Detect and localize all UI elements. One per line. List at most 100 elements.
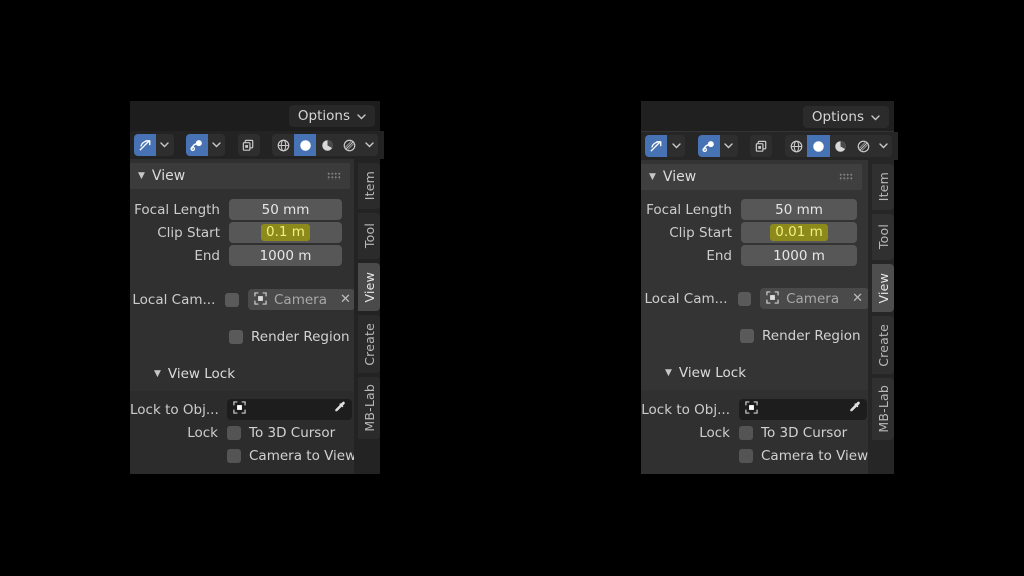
proportional-editing-icon[interactable] xyxy=(237,134,260,156)
clip-start-label-right: Clip Start xyxy=(669,224,732,241)
view-section-header[interactable]: ▼ View xyxy=(130,163,350,189)
render-region-label: Render Region xyxy=(251,329,350,345)
material-preview-sphere-icon[interactable] xyxy=(316,134,339,156)
x-close-icon[interactable]: ✕ xyxy=(334,292,351,307)
local-camera-row-right: Local Cam... Camera ✕ xyxy=(641,288,869,309)
wireframe-sphere-icon[interactable] xyxy=(272,134,295,156)
rendered-sphere-icon-right[interactable] xyxy=(851,135,875,157)
lock-camera-to-view-row: Camera to View xyxy=(227,448,356,464)
sidebar-item-mblab-right[interactable]: MB-Lab xyxy=(872,378,894,440)
lock-label: Lock xyxy=(187,425,218,441)
proportional-editing-group xyxy=(237,134,260,156)
transform-orientation-icon[interactable] xyxy=(134,134,157,156)
sidebar-item-item[interactable]: Item xyxy=(358,163,380,209)
local-camera-checkbox-right[interactable] xyxy=(737,291,752,306)
rendered-sphere-icon[interactable] xyxy=(338,134,361,156)
sidebar-panel-left: Options ▼ View Focal Length 50 mm Clip S… xyxy=(130,101,384,474)
tab-label-create-right: Create xyxy=(875,323,891,367)
clip-start-field[interactable]: 0.1 m xyxy=(229,222,342,243)
drag-grip-dots-icon-right[interactable] xyxy=(839,173,853,181)
sidebar-item-create[interactable]: Create xyxy=(358,315,380,373)
tab-label-view-right: View xyxy=(875,272,891,304)
view-lock-subheader-right[interactable]: ▼ View Lock xyxy=(665,365,746,381)
eyedropper-icon-right[interactable] xyxy=(848,401,861,418)
render-region-checkbox[interactable] xyxy=(229,330,243,344)
tab-label-mblab-right: MB-Lab xyxy=(875,385,891,433)
focal-length-field-right[interactable]: 50 mm xyxy=(741,199,857,220)
shading-options-dropdown-right[interactable] xyxy=(874,135,892,157)
sidebar-item-tool-right[interactable]: Tool xyxy=(872,214,894,260)
snapping-dropdown-right[interactable] xyxy=(719,135,738,157)
focal-length-label: Focal Length xyxy=(134,201,220,218)
lock-camera-to-view-checkbox-right[interactable] xyxy=(739,449,753,463)
local-camera-checkbox[interactable] xyxy=(225,292,239,307)
triangle-down-icon: ▼ xyxy=(138,170,145,181)
lock-to-3d-cursor-label-right: To 3D Cursor xyxy=(761,425,848,441)
transform-orientation-dropdown-right[interactable] xyxy=(667,135,686,157)
lock-camera-to-view-checkbox[interactable] xyxy=(227,449,241,463)
clip-start-value-selected: 0.1 m xyxy=(261,224,310,241)
focal-length-field[interactable]: 50 mm xyxy=(229,199,342,220)
options-button-right[interactable]: Options xyxy=(802,106,889,128)
tab-label-mblab: MB-Lab xyxy=(361,384,377,432)
camera-object-icon xyxy=(254,290,267,309)
clip-start-field-right[interactable]: 0.01 m xyxy=(741,222,857,243)
clip-start-value-selected-right: 0.01 m xyxy=(770,224,828,241)
transform-orientation-dropdown[interactable] xyxy=(156,134,174,156)
lock-to-object-label-right: Lock to Obj... xyxy=(641,401,730,418)
lock-to-3d-cursor-checkbox-right[interactable] xyxy=(739,426,753,440)
sidebar-item-tool[interactable]: Tool xyxy=(358,213,380,259)
drag-grip-dots-icon[interactable] xyxy=(327,172,341,180)
local-camera-row: Local Cam... Camera ✕ xyxy=(130,289,355,310)
sidebar-item-mblab[interactable]: MB-Lab xyxy=(358,377,380,439)
triangle-down-icon-2: ▼ xyxy=(154,368,161,379)
wireframe-sphere-icon-right[interactable] xyxy=(784,135,808,157)
clip-end-field[interactable]: 1000 m xyxy=(229,245,342,266)
solid-sphere-icon[interactable] xyxy=(294,134,317,156)
snap-magnet-icon-right[interactable] xyxy=(697,135,720,157)
lock-to-object-field-right[interactable] xyxy=(739,399,867,420)
local-camera-object-field-right[interactable]: Camera ✕ xyxy=(760,288,869,309)
solid-sphere-icon-right[interactable] xyxy=(807,135,830,157)
lock-to-object-row-right: Lock to Obj... xyxy=(641,399,873,420)
sidebar-item-view[interactable]: View xyxy=(358,263,380,311)
triangle-down-icon-right: ▼ xyxy=(649,171,656,182)
local-camera-object-name-right: Camera xyxy=(786,290,840,307)
sidebar-item-item-right[interactable]: Item xyxy=(872,164,894,210)
lock-camera-to-view-label: Camera to View xyxy=(249,448,357,464)
eyedropper-icon[interactable] xyxy=(333,401,346,418)
clip-end-field-right[interactable]: 1000 m xyxy=(741,245,857,266)
shading-options-dropdown[interactable] xyxy=(360,134,378,156)
chevron-down-icon xyxy=(357,108,366,124)
render-region-checkbox-right[interactable] xyxy=(740,329,754,343)
tab-label-tool: Tool xyxy=(361,223,377,249)
snap-magnet-icon[interactable] xyxy=(185,134,208,156)
view-section-title-right: View xyxy=(662,169,697,185)
local-camera-object-name: Camera xyxy=(274,291,327,308)
tab-label-create: Create xyxy=(361,322,377,366)
snapping-group-right xyxy=(697,135,738,157)
local-camera-object-field[interactable]: Camera ✕ xyxy=(248,289,355,310)
lock-to-object-field[interactable] xyxy=(227,399,352,420)
sidebar-item-view-right[interactable]: View xyxy=(872,264,894,312)
view-section-header-right[interactable]: ▼ View xyxy=(641,164,862,190)
view-section-title: View xyxy=(151,168,186,184)
focal-length-label-right: Focal Length xyxy=(646,201,732,218)
sidebar-body-left: ▼ View Focal Length 50 mm Clip Start 0.1… xyxy=(130,159,380,474)
clip-end-label-right: End xyxy=(706,247,732,264)
view-lock-subheader[interactable]: ▼ View Lock xyxy=(154,366,235,382)
object-pick-icon xyxy=(233,401,246,418)
render-region-row-right[interactable]: Render Region xyxy=(740,328,861,344)
render-region-label-right: Render Region xyxy=(762,328,861,344)
tab-label-view: View xyxy=(361,271,377,303)
material-preview-sphere-icon-right[interactable] xyxy=(829,135,852,157)
snapping-dropdown[interactable] xyxy=(207,134,226,156)
sidebar-item-create-right[interactable]: Create xyxy=(872,316,894,374)
render-region-row[interactable]: Render Region xyxy=(229,329,350,345)
x-close-icon-right[interactable]: ✕ xyxy=(846,291,863,306)
proportional-editing-icon-right[interactable] xyxy=(750,135,773,157)
lock-to-3d-cursor-checkbox[interactable] xyxy=(227,426,241,440)
transform-orientation-icon-right[interactable] xyxy=(645,135,668,157)
options-button[interactable]: Options xyxy=(288,105,375,127)
tab-label-tool-right: Tool xyxy=(875,224,891,250)
